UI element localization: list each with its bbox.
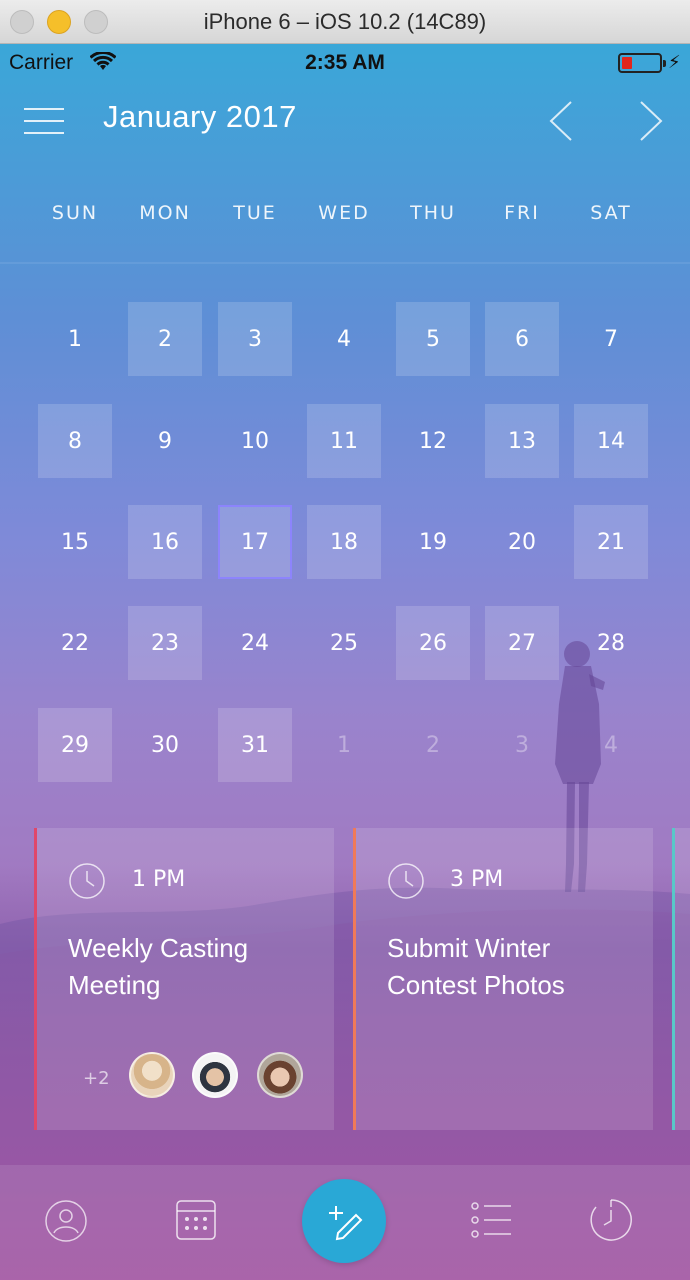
weekday-thu: THU [410,202,456,224]
battery-icon [618,53,666,73]
calendar-day[interactable]: 6 [485,302,559,376]
weekday-fri: FRI [504,202,540,224]
phone-screen: Carrier 2:35 AM ⚡ January 2017 SUN MON TUE… [0,44,690,1280]
status-time: 2:35 AM [305,51,385,74]
event-title: Weekly Casting Meeting [68,930,308,1004]
calendar-day[interactable]: 5 [396,302,470,376]
weekday-row: SUN MON TUE WED THU FRI SAT [0,194,690,264]
clock-icon [69,863,105,899]
event-time: 1 PM [132,867,186,892]
event-accent-bar [353,828,356,1130]
calendar-day[interactable]: 25 [307,606,381,680]
calendar-day[interactable]: 21 [574,505,648,579]
calendar-day[interactable]: 29 [38,708,112,782]
attendee-avatar[interactable] [257,1052,303,1098]
calendar-day[interactable]: 27 [485,606,559,680]
next-month-button[interactable] [637,99,665,143]
clock-icon [388,863,424,899]
calendar-day[interactable]: 3 [218,302,292,376]
calendar-day-next-month[interactable]: 3 [485,708,559,782]
month-title: January 2017 [103,99,297,134]
profile-icon[interactable] [44,1199,88,1243]
calendar-day[interactable]: 23 [128,606,202,680]
calendar-day[interactable]: 12 [396,404,470,478]
event-title: Submit Winter Contest Photos [387,930,627,1004]
weekday-mon: MON [139,202,191,224]
calendar-day[interactable]: 13 [485,404,559,478]
calendar-day[interactable]: 22 [38,606,112,680]
calendar-day[interactable]: 18 [307,505,381,579]
weekday-wed: WED [318,202,370,224]
weekday-sun: SUN [51,202,99,224]
calendar-day[interactable]: 30 [128,708,202,782]
calendar-day[interactable]: 24 [218,606,292,680]
event-accent-bar [34,828,37,1130]
calendar-day[interactable]: 19 [396,505,470,579]
event-card[interactable]: 3 PM Submit Winter Contest Photos [353,828,653,1130]
calendar-day[interactable]: 9 [128,404,202,478]
more-attendees-count: +2 [83,1068,110,1089]
calendar-day[interactable]: 8 [38,404,112,478]
event-title-line-1: Weekly Casting [68,933,249,963]
weekday-sat: SAT [590,202,632,224]
calendar-day[interactable]: 20 [485,505,559,579]
calendar-day[interactable]: 4 [307,302,381,376]
charging-bolt-icon: ⚡ [668,52,681,73]
calendar-day[interactable]: 2 [128,302,202,376]
event-title-line-2: Contest Photos [387,970,565,1000]
calendar-day-next-month[interactable]: 4 [574,708,648,782]
add-event-button[interactable] [302,1179,386,1263]
weekday-tue: TUE [233,202,277,224]
event-card-partial[interactable] [672,828,690,1130]
calendar-day[interactable]: 26 [396,606,470,680]
attendee-avatar[interactable] [192,1052,238,1098]
add-event-icon [329,1206,363,1241]
calendar-day[interactable]: 14 [574,404,648,478]
calendar-day[interactable]: 11 [307,404,381,478]
calendar-day[interactable]: 31 [218,708,292,782]
event-title-line-2: Meeting [68,970,161,1000]
history-icon[interactable] [588,1197,634,1243]
calendar-day[interactable]: 1 [38,302,112,376]
list-icon[interactable] [470,1201,512,1239]
event-time: 3 PM [450,867,504,892]
calendar-day-next-month[interactable]: 1 [307,708,381,782]
previous-month-button[interactable] [547,99,575,143]
calendar-day[interactable]: 16 [128,505,202,579]
simulator-title-bar: iPhone 6 – iOS 10.2 (14C89) [0,0,690,44]
event-card[interactable]: 1 PM Weekly Casting Meeting +2 [34,828,334,1130]
status-bar: Carrier 2:35 AM ⚡ [0,44,690,84]
event-title-line-1: Submit Winter [387,933,551,963]
calendar-day[interactable]: 7 [574,302,648,376]
menu-button[interactable] [24,104,64,136]
window-title: iPhone 6 – iOS 10.2 (14C89) [203,9,487,34]
calendar-day-today[interactable]: 17 [218,505,292,579]
calendar-day-next-month[interactable]: 2 [396,708,470,782]
calendar-icon[interactable] [175,1199,217,1241]
event-accent-bar [672,828,675,1130]
calendar-day[interactable]: 28 [574,606,648,680]
calendar-day[interactable]: 15 [38,505,112,579]
calendar-day[interactable]: 10 [218,404,292,478]
attendee-avatar[interactable] [129,1052,175,1098]
